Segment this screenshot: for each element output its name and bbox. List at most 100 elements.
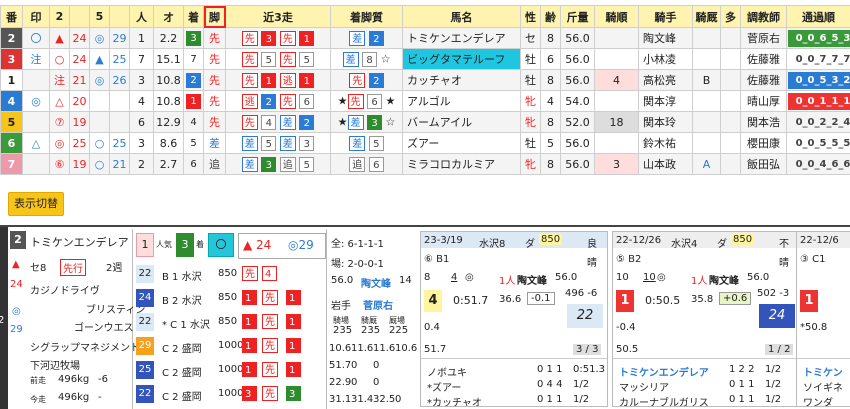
table-row[interactable]: 3注○24▲25715.17先先 5 先 5差 8 ☆ビッグタマテルーフ牡656…	[1, 49, 850, 70]
passing-order: 0_0_1_1_1	[788, 93, 850, 110]
recent-style: 差	[348, 115, 364, 130]
trainer[interactable]: 佐藤雅	[747, 74, 780, 87]
race-a: 3	[242, 386, 257, 401]
trainer[interactable]: 櫻田康	[747, 137, 780, 150]
col-header[interactable]: 性	[521, 6, 541, 28]
col-header[interactable]: 印	[23, 6, 50, 28]
score5: 26	[113, 74, 127, 87]
table-row[interactable]: 4◎△20410.81先逃 2 先 6★先 6 ★アルゴル牝454.0関本淳晴山…	[1, 91, 850, 112]
jockey[interactable]: 小林凌	[643, 53, 676, 66]
mark-cell: 注	[23, 49, 50, 70]
race-card[interactable]: 22-12/6③ C11*50.8トミケンソイギネワンダ	[796, 231, 850, 407]
result-name[interactable]: *カッチャオ	[427, 394, 482, 407]
mark2: ⑥	[55, 158, 65, 171]
trainer[interactable]: 飯田弘	[747, 158, 780, 171]
class-row[interactable]: 22* C 1 水沢8501先1	[136, 311, 324, 333]
mark[interactable]: 注	[31, 53, 42, 66]
race-b: 先	[262, 290, 278, 305]
mark-cell: △	[23, 133, 50, 154]
col-header[interactable]: 齢	[541, 6, 561, 28]
pop-label: 人気	[156, 239, 172, 250]
trainer[interactable]: 佐藤雅	[747, 53, 780, 66]
score: 19	[73, 116, 87, 129]
result-name[interactable]: ノボユキ	[427, 364, 467, 379]
table-row[interactable]: 7⑥19○2122.76追差 3 追 5追 6 ミラコロカルミア牝856.03山…	[1, 154, 850, 175]
class-row[interactable]: 22B 1 水沢850先4	[136, 263, 324, 285]
horse-number: 4	[8, 95, 16, 108]
col-header[interactable]: 多	[721, 6, 741, 28]
jockey[interactable]: 関本淳	[643, 95, 676, 108]
prev-label: 前走	[30, 375, 46, 386]
result-name[interactable]: マッシリア	[619, 379, 669, 394]
col-header[interactable]: 着脚質	[331, 6, 403, 28]
col-header[interactable]: 着	[184, 6, 204, 28]
mark[interactable]: 〇	[31, 32, 42, 45]
popularity: 7	[138, 53, 145, 66]
result-name[interactable]: トミケン	[803, 364, 843, 379]
jockey[interactable]: 山本政	[643, 158, 676, 171]
jockey[interactable]: 鈴木祐	[643, 137, 676, 150]
jockey[interactable]: 関本玲	[643, 116, 676, 129]
weight: 56.0	[565, 32, 590, 45]
horse-name[interactable]: ビッグタマテルーフ	[407, 53, 505, 66]
grid-cell: 22.9	[329, 377, 351, 388]
mark[interactable]: △	[32, 137, 40, 150]
class-row[interactable]: 29C 2 盛岡10001先1	[136, 335, 324, 357]
col-header[interactable]: 2	[50, 6, 70, 28]
horse-name[interactable]: トミケンエンデレア	[30, 234, 129, 250]
race-jockey[interactable]: 陶文峰	[709, 272, 739, 287]
col-header[interactable]: 調教師	[741, 6, 787, 28]
stats-region: 岩手	[331, 297, 351, 312]
horse-name[interactable]: トミケンエンデレア	[407, 32, 506, 45]
grid-cell: 31.4	[351, 394, 373, 405]
col-header[interactable]: 騎手	[639, 6, 693, 28]
col-header[interactable]: 人	[130, 6, 154, 28]
class-row[interactable]: 24B 2 水沢8501先1	[136, 287, 324, 309]
jockey[interactable]: 陶文峰	[643, 32, 676, 45]
col-header[interactable]: 馬名	[403, 6, 521, 28]
race-card[interactable]: 23-3/19水沢8ダ850良⑥ B1晴84◎1人陶文峰56.040:51.73…	[420, 231, 608, 407]
horse-name[interactable]: アルゴル	[407, 95, 451, 108]
result-name[interactable]: ワンダ	[803, 394, 833, 407]
horse-name[interactable]: ズアー	[407, 137, 439, 150]
toggle-display-button[interactable]: 表示切替	[8, 192, 64, 216]
race-jockey[interactable]: 陶文峰	[517, 272, 547, 287]
trainer[interactable]: 菅原右	[747, 32, 780, 45]
stats-trainer[interactable]: 菅原右	[363, 297, 393, 312]
col-header[interactable]: 通過順	[787, 6, 850, 28]
col-header[interactable]: 騎順	[595, 6, 639, 28]
table-row[interactable]: 1注21◎26310.82先先 1 逃 1先 2 カッチャオ牡856.04高松亮…	[1, 70, 850, 91]
horse-name[interactable]: カッチャオ	[407, 74, 462, 87]
race-date: 22-12/6	[800, 235, 839, 246]
col-header[interactable]: オ	[154, 6, 184, 28]
class-row[interactable]: 25C 2 盛岡10001先1	[136, 359, 324, 381]
col-header[interactable]: 番	[1, 6, 23, 28]
horse-name[interactable]: ミラコロカルミア	[407, 158, 495, 171]
horse-name[interactable]: バームアイル	[407, 116, 472, 129]
col-header[interactable]: 騎厩	[693, 6, 721, 28]
col-header[interactable]: 斤量	[561, 6, 595, 28]
trainer[interactable]: 関本浩	[747, 116, 780, 129]
jockey-order: 18	[610, 116, 624, 129]
col-header[interactable]: 5	[90, 6, 110, 28]
result-name[interactable]: *ズアー	[427, 379, 461, 394]
col-header[interactable]	[110, 6, 130, 28]
race-card[interactable]: 22-12/26水沢4ダ850不⑤ B2晴1010◎1人陶文峰56.010:50…	[612, 231, 800, 407]
mark[interactable]: ◎	[31, 95, 41, 108]
result-name[interactable]: カルーナブルガリス	[619, 394, 709, 407]
result-name[interactable]: ソイギネ	[803, 379, 843, 394]
table-row[interactable]: 6△◎25○2538.65差差 5 差 3差 5 ズアー牡556.0鈴木祐櫻田康…	[1, 133, 850, 154]
stats-jockey[interactable]: 陶文峰	[361, 275, 391, 290]
trainer[interactable]: 晴山厚	[747, 95, 780, 108]
col-header[interactable]	[70, 6, 90, 28]
recent-style: 逃	[280, 73, 296, 88]
weight: 56.0	[565, 74, 590, 87]
class-row[interactable]: 22C 2 盛岡10003先3	[136, 383, 324, 405]
table-row[interactable]: 5⑦19612.94先先 4 差 2★差 3 ☆バームアイル牝852.018関本…	[1, 112, 850, 133]
col-header-leg-selected[interactable]: 脚	[204, 6, 226, 28]
race-weight-carried: 56.0	[747, 272, 769, 283]
result-name[interactable]: トミケンエンデレア	[619, 364, 709, 379]
col-header[interactable]: 近3走	[226, 6, 331, 28]
jockey[interactable]: 高松亮	[643, 74, 676, 87]
table-row[interactable]: 2〇▲24◎2912.23先先 3 先 1差 2 トミケンエンデレアセ856.0…	[1, 28, 850, 49]
